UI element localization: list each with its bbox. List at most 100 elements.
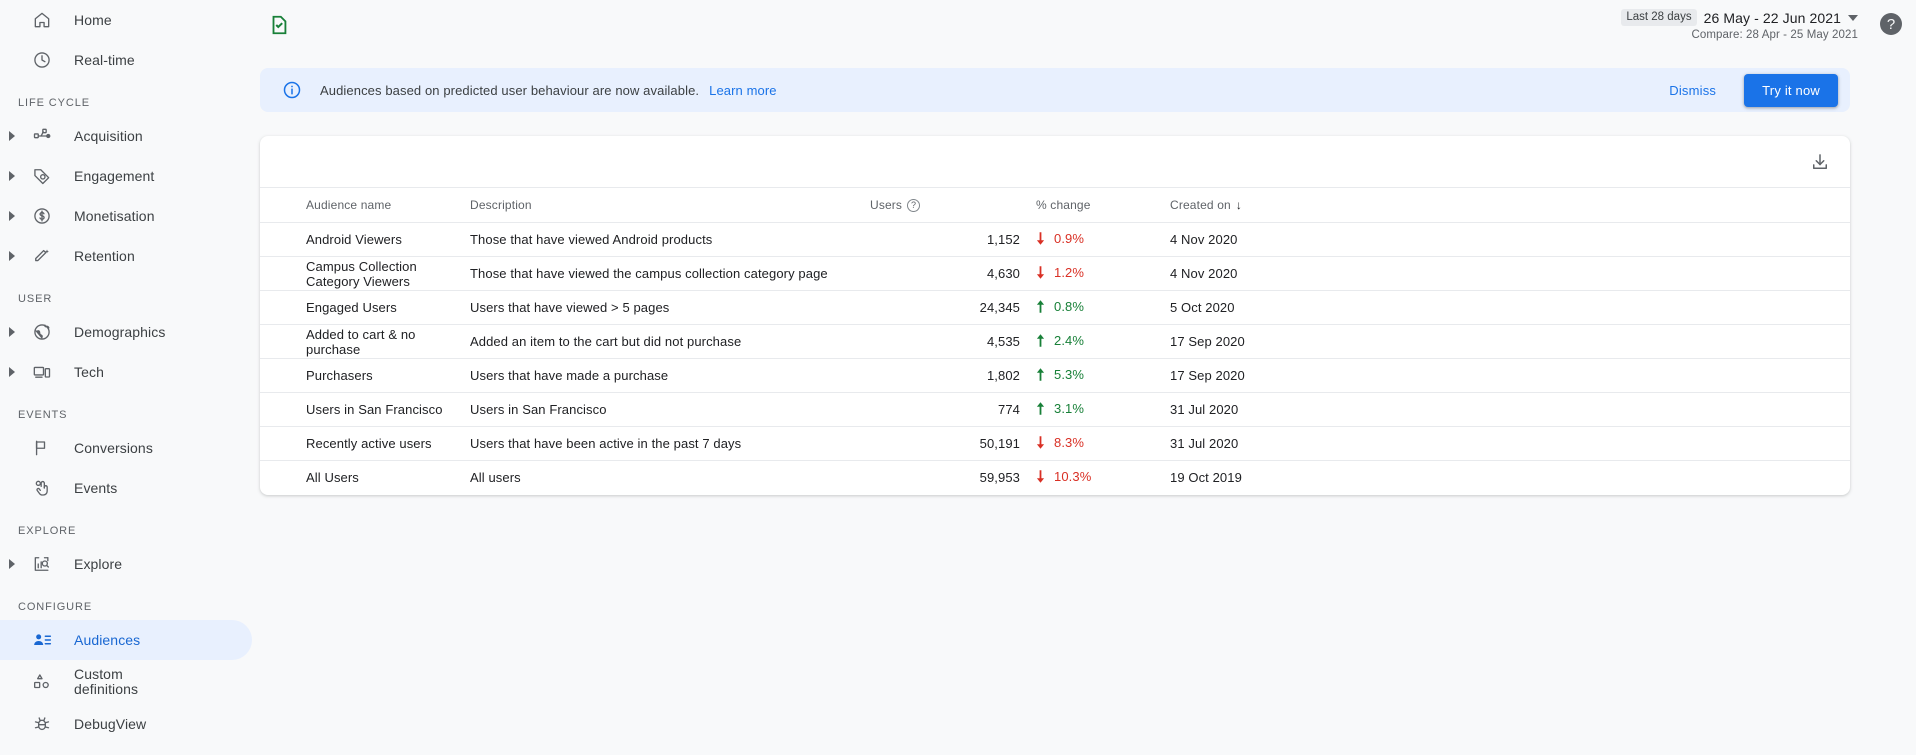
sidebar-section-heading: EVENTS	[0, 406, 260, 424]
chevron-right-icon[interactable]	[0, 367, 24, 377]
sidebar-item-events[interactable]: Events	[0, 468, 252, 508]
tag-icon	[30, 164, 54, 188]
sidebar-section-heading: USER	[0, 290, 260, 308]
cell-users: 59,953	[870, 461, 1020, 495]
cell-description: Users in San Francisco	[470, 393, 870, 427]
percent-change-value: 8.3%	[1054, 435, 1084, 450]
chevron-right-icon[interactable]	[0, 251, 24, 261]
col-header-audience-name[interactable]: Audience name	[260, 188, 470, 223]
percent-change-value: 1.2%	[1054, 265, 1084, 280]
sidebar-item-conversions[interactable]: Conversions	[0, 428, 252, 468]
sidebar-item-acquisition[interactable]: Acquisition	[0, 116, 252, 156]
chevron-right-icon[interactable]	[0, 131, 24, 141]
cell-created-on: 4 Nov 2020	[1140, 257, 1360, 291]
trend-down-icon	[1036, 436, 1045, 449]
sidebar-item-label: DebugView	[74, 716, 146, 733]
chevron-right-icon[interactable]	[0, 211, 24, 221]
sidebar-item-home[interactable]: Home	[0, 0, 252, 40]
cell-audience-name[interactable]: All Users	[260, 461, 470, 495]
table-row[interactable]: All UsersAll users59,95310.3%19 Oct 2019	[260, 461, 1850, 495]
table-row[interactable]: Added to cart & no purchaseAdded an item…	[260, 325, 1850, 359]
cell-audience-name[interactable]: Android Viewers	[260, 223, 470, 257]
sidebar: HomeReal-timeLIFE CYCLEAcquisitionEngage…	[0, 0, 260, 755]
users-help-icon[interactable]: ?	[907, 199, 920, 212]
sidebar-section-heading: CONFIGURE	[0, 598, 260, 616]
sidebar-item-label: Demographics	[74, 324, 165, 341]
sidebar-item-demographics[interactable]: Demographics	[0, 312, 252, 352]
cell-users: 24,345	[870, 291, 1020, 325]
predictive-audiences-banner: Audiences based on predicted user behavi…	[260, 68, 1850, 112]
chevron-down-icon[interactable]	[1848, 15, 1858, 21]
chevron-right-icon[interactable]	[0, 171, 24, 181]
card-toolbar	[260, 136, 1850, 188]
cell-audience-name[interactable]: Added to cart & no purchase	[260, 325, 470, 359]
chevron-right-icon[interactable]	[0, 327, 24, 337]
tap-icon	[30, 476, 54, 500]
sidebar-item-engagement[interactable]: Engagement	[0, 156, 252, 196]
cell-users: 1,152	[870, 223, 1020, 257]
sidebar-item-debugview[interactable]: DebugView	[0, 704, 252, 744]
table-row[interactable]: Recently active usersUsers that have bee…	[260, 427, 1850, 461]
cell-percent-change: 1.2%	[1020, 257, 1140, 291]
cell-created-on: 4 Nov 2020	[1140, 223, 1360, 257]
info-circle-icon	[282, 80, 302, 100]
cell-description: Users that have been active in the past …	[470, 427, 870, 461]
cell-percent-change: 0.9%	[1020, 223, 1140, 257]
table-row[interactable]: Campus Collection Category ViewersThose …	[260, 257, 1850, 291]
custom-definitions-icon	[30, 670, 54, 694]
col-header-spacer	[1360, 188, 1850, 223]
main-area: Last 28 days 26 May - 22 Jun 2021 Compar…	[260, 0, 1916, 755]
acquisition-icon	[30, 124, 54, 148]
date-range-selector[interactable]: Last 28 days 26 May - 22 Jun 2021 Compar…	[1621, 9, 1858, 41]
percent-change-value: 3.1%	[1054, 401, 1084, 416]
sidebar-item-audiences[interactable]: Audiences	[0, 620, 252, 660]
col-header-users-label: Users	[870, 198, 902, 212]
home-icon	[30, 8, 54, 32]
cell-audience-name[interactable]: Campus Collection Category Viewers	[260, 257, 470, 291]
table-row[interactable]: Engaged UsersUsers that have viewed > 5 …	[260, 291, 1850, 325]
cell-audience-name[interactable]: Purchasers	[260, 359, 470, 393]
help-glyph: ?	[1887, 16, 1895, 33]
cell-audience-name[interactable]: Recently active users	[260, 427, 470, 461]
cell-description: Those that have viewed Android products	[470, 223, 870, 257]
globe-icon	[30, 320, 54, 344]
try-it-now-button[interactable]: Try it now	[1744, 74, 1838, 107]
table-row[interactable]: Android ViewersThose that have viewed An…	[260, 223, 1850, 257]
sidebar-item-explore[interactable]: Explore	[0, 544, 252, 584]
sidebar-item-label: Customdefinitions	[74, 667, 138, 697]
sidebar-item-label: Retention	[74, 248, 135, 265]
date-range-label: 26 May - 22 Jun 2021	[1704, 10, 1841, 26]
col-header-created-on[interactable]: Created on ↓	[1140, 188, 1360, 223]
learn-more-link[interactable]: Learn more	[709, 83, 776, 98]
cell-audience-name[interactable]: Users in San Francisco	[260, 393, 470, 427]
sidebar-item-label: Explore	[74, 556, 122, 573]
cell-users: 50,191	[870, 427, 1020, 461]
audiences-table: Audience name Description Users ? % chan…	[260, 188, 1850, 495]
sidebar-item-custom-definitions[interactable]: Customdefinitions	[0, 660, 252, 704]
sidebar-item-retention[interactable]: Retention	[0, 236, 252, 276]
chevron-right-icon[interactable]	[0, 559, 24, 569]
sidebar-item-real-time[interactable]: Real-time	[0, 40, 252, 80]
sidebar-item-monetisation[interactable]: Monetisation	[0, 196, 252, 236]
cell-created-on: 17 Sep 2020	[1140, 325, 1360, 359]
cell-audience-name[interactable]: Engaged Users	[260, 291, 470, 325]
sidebar-item-label: Engagement	[74, 168, 154, 185]
download-icon[interactable]	[1806, 148, 1834, 176]
dismiss-button[interactable]: Dismiss	[1655, 74, 1730, 107]
help-question-icon[interactable]: ?	[1880, 13, 1902, 35]
date-range-row[interactable]: Last 28 days 26 May - 22 Jun 2021	[1621, 9, 1858, 26]
table-row[interactable]: Users in San FranciscoUsers in San Franc…	[260, 393, 1850, 427]
cell-spacer	[1360, 325, 1850, 359]
col-header-description[interactable]: Description	[470, 188, 870, 223]
flag-icon	[30, 436, 54, 460]
cell-percent-change: 2.4%	[1020, 325, 1140, 359]
trend-up-icon	[1036, 368, 1045, 381]
sidebar-item-tech[interactable]: Tech	[0, 352, 252, 392]
col-header-users[interactable]: Users ?	[870, 188, 1020, 223]
percent-change-value: 10.3%	[1054, 469, 1091, 484]
table-row[interactable]: PurchasersUsers that have made a purchas…	[260, 359, 1850, 393]
sidebar-item-label: Tech	[74, 364, 104, 381]
sidebar-item-label: Audiences	[74, 632, 140, 649]
sort-descending-icon[interactable]: ↓	[1236, 198, 1242, 212]
col-header-percent-change[interactable]: % change	[1020, 188, 1140, 223]
